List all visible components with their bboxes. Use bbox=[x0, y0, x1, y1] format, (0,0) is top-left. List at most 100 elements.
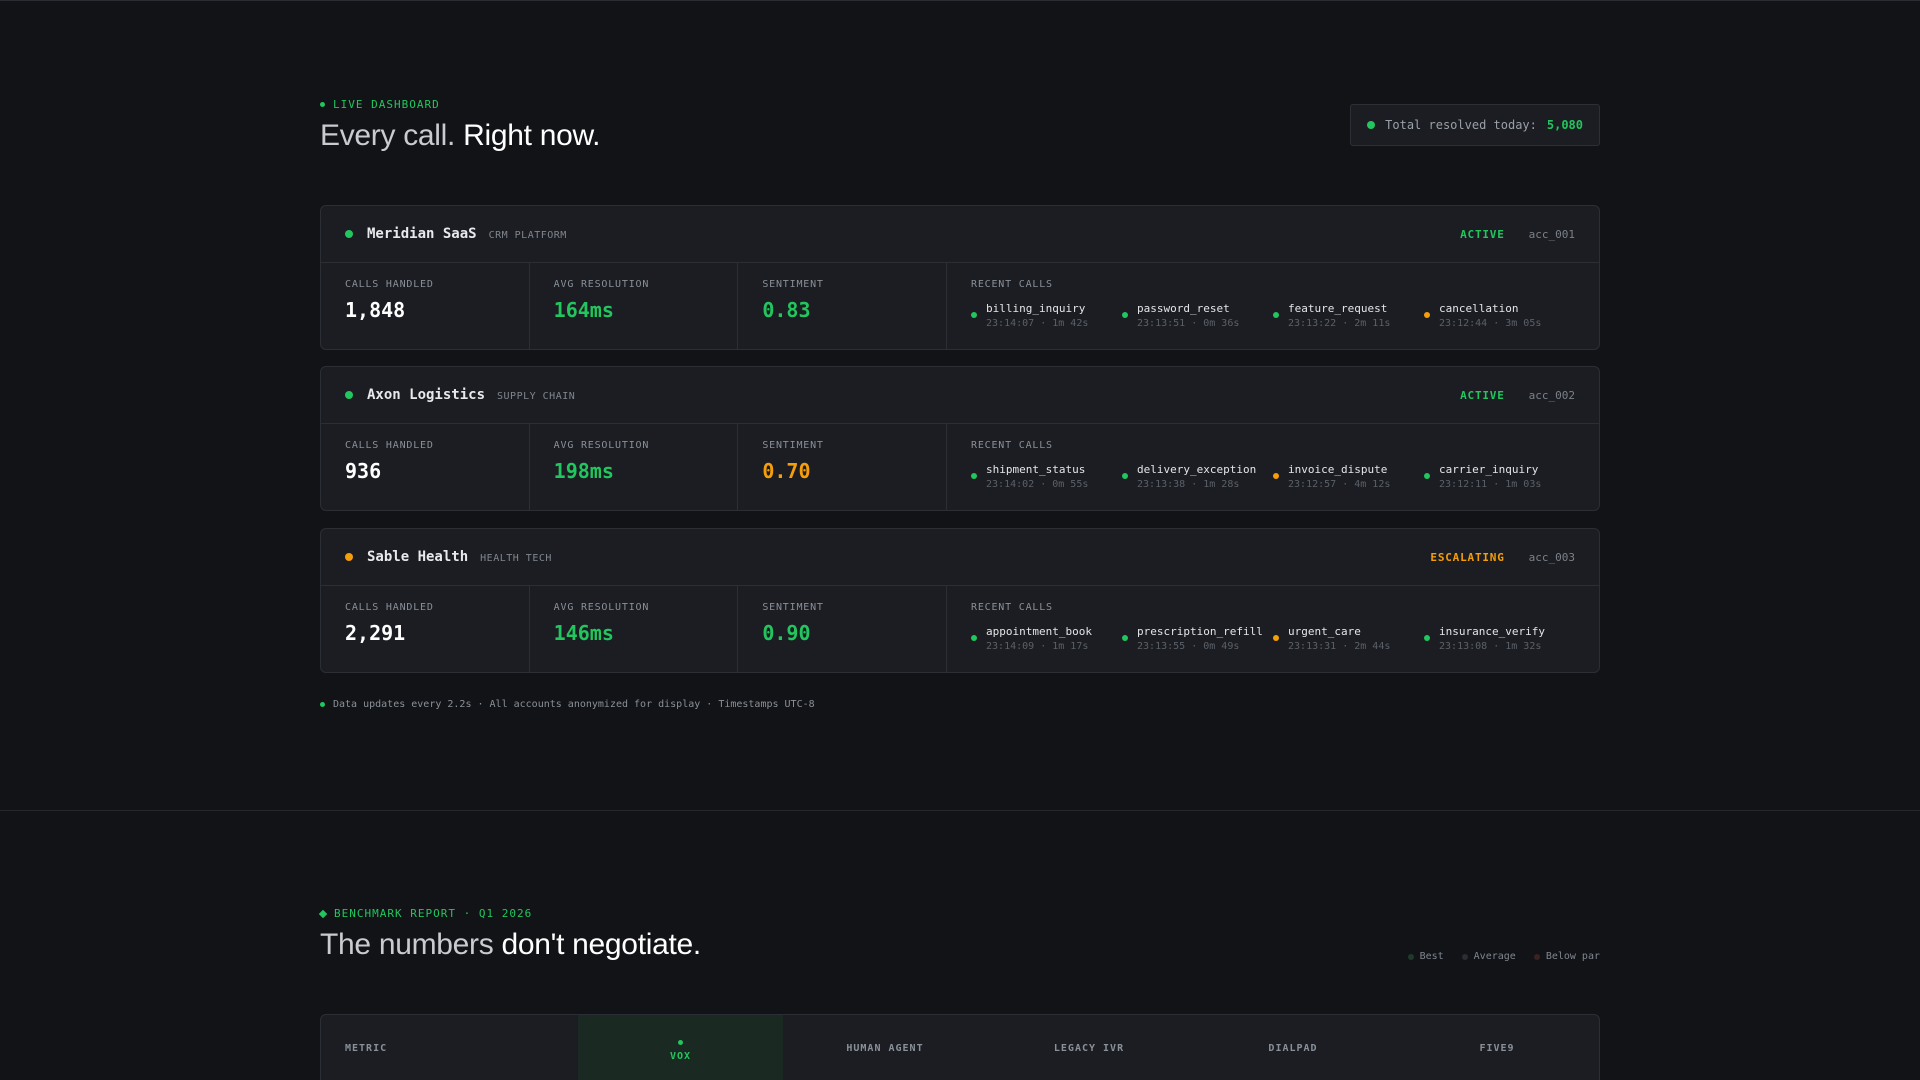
recent-call-meta: 23:14:09 · 1m 17s bbox=[986, 641, 1089, 652]
recent-call-name: prescription_refill bbox=[1137, 625, 1263, 638]
account-status: ACTIVE bbox=[1460, 228, 1505, 241]
call-status-dot-icon bbox=[1424, 635, 1431, 641]
account-card[interactable]: Axon Logistics SUPPLY CHAIN ACTIVE acc_0… bbox=[320, 366, 1600, 511]
col-header-five9: FIVE9 bbox=[1479, 1042, 1515, 1054]
footnote-text: Data updates every 2.2s · All accounts a… bbox=[333, 699, 815, 710]
recent-call-meta: 23:13:55 · 0m 49s bbox=[1137, 641, 1240, 652]
metric-label: CALLS HANDLED bbox=[345, 440, 434, 451]
call-status-dot-icon bbox=[1273, 312, 1280, 318]
recent-call-item[interactable]: invoice_dispute 23:12:57 · 4m 12s bbox=[1273, 463, 1424, 490]
recent-call-name: invoice_dispute bbox=[1288, 463, 1388, 476]
account-status-dot-icon bbox=[345, 230, 353, 238]
calls-handled-value: 1,848 bbox=[345, 298, 406, 322]
sentiment-value: 0.83 bbox=[762, 298, 811, 322]
recent-call-meta: 23:14:02 · 0m 55s bbox=[986, 479, 1089, 490]
legend-swatch-icon bbox=[1407, 953, 1414, 960]
recent-call-item[interactable]: carrier_inquiry 23:12:11 · 1m 03s bbox=[1424, 463, 1575, 490]
benchmark-header: BENCHMARK REPORT · Q1 2026 The numbers d… bbox=[318, 907, 1600, 987]
legend-item: Below par bbox=[1533, 951, 1600, 962]
account-type: HEALTH TECH bbox=[480, 552, 552, 564]
recent-call-item[interactable]: delivery_exception 23:13:38 · 1m 28s bbox=[1122, 463, 1273, 490]
recent-call-item[interactable]: prescription_refill 23:13:55 · 0m 49s bbox=[1122, 625, 1273, 652]
avg-resolution-value: 146ms bbox=[553, 621, 614, 645]
recent-call-item[interactable]: billing_inquiry 23:14:07 · 1m 42s bbox=[971, 302, 1122, 329]
col-header-dialpad: DIALPAD bbox=[1268, 1042, 1318, 1054]
recent-calls-list: shipment_status 23:14:02 · 0m 55s delive… bbox=[971, 463, 1575, 490]
account-meta: ACTIVE acc_002 bbox=[1460, 367, 1575, 424]
account-type: SUPPLY CHAIN bbox=[497, 390, 576, 402]
metric-label: SENTIMENT bbox=[762, 602, 824, 613]
recent-call-item[interactable]: shipment_status 23:14:02 · 0m 55s bbox=[971, 463, 1122, 490]
recent-call-item[interactable]: cancellation 23:12:44 · 3m 05s bbox=[1424, 302, 1575, 329]
recent-call-item[interactable]: insurance_verify 23:13:08 · 1m 32s bbox=[1424, 625, 1575, 652]
recent-calls-list: appointment_book 23:14:09 · 1m 17s presc… bbox=[971, 625, 1575, 652]
call-status-dot-icon bbox=[971, 635, 978, 641]
legend-label: Below par bbox=[1545, 951, 1600, 962]
accounts-list: Meridian SaaS CRM PLATFORM ACTIVE acc_00… bbox=[320, 205, 1600, 675]
metric-label: SENTIMENT bbox=[762, 279, 824, 290]
avg-resolution-value: 164ms bbox=[553, 298, 614, 322]
recent-call-item[interactable]: urgent_care 23:13:31 · 2m 44s bbox=[1273, 625, 1424, 652]
account-card[interactable]: Sable Health HEALTH TECH ESCALATING acc_… bbox=[320, 528, 1600, 673]
col-header-legacy-ivr: LEGACY IVR bbox=[1053, 1042, 1125, 1054]
account-metrics: CALLS HANDLED 1,848 AVG RESOLUTION 164ms… bbox=[321, 263, 1599, 349]
metric-sentiment: SENTIMENT 0.70 bbox=[738, 424, 948, 510]
live-headline-bright: Right now. bbox=[463, 119, 601, 152]
recent-calls-label: RECENT CALLS bbox=[971, 602, 1053, 613]
metric-label: AVG RESOLUTION bbox=[553, 602, 650, 613]
footnote-dot-icon bbox=[320, 702, 325, 707]
benchmark-legend: Best Average Below par bbox=[1407, 951, 1600, 962]
call-status-dot-icon bbox=[1273, 635, 1280, 641]
account-status-dot-icon bbox=[345, 553, 353, 561]
metric-calls-handled: CALLS HANDLED 936 bbox=[321, 424, 530, 510]
account-metrics: CALLS HANDLED 2,291 AVG RESOLUTION 146ms… bbox=[321, 586, 1599, 672]
recent-call-meta: 23:12:57 · 4m 12s bbox=[1288, 479, 1391, 490]
account-header: Meridian SaaS CRM PLATFORM ACTIVE acc_00… bbox=[321, 206, 1599, 263]
metric-avg-resolution: AVG RESOLUTION 198ms bbox=[530, 424, 739, 510]
recent-call-meta: 23:13:38 · 1m 28s bbox=[1137, 479, 1240, 490]
recent-call-name: delivery_exception bbox=[1137, 463, 1257, 476]
avg-resolution-value: 198ms bbox=[553, 459, 614, 483]
live-dot-icon bbox=[320, 102, 325, 107]
bench-eyebrow-text: BENCHMARK REPORT · Q1 2026 bbox=[334, 907, 533, 920]
total-resolved-value: 5,080 bbox=[1546, 118, 1583, 132]
metric-sentiment: SENTIMENT 0.83 bbox=[738, 263, 948, 349]
metric-avg-resolution: AVG RESOLUTION 146ms bbox=[530, 586, 739, 672]
recent-calls: RECENT CALLS appointment_book 23:14:09 ·… bbox=[947, 586, 1599, 672]
account-id: acc_003 bbox=[1528, 551, 1575, 564]
live-pulse-icon bbox=[1367, 121, 1376, 129]
account-status: ACTIVE bbox=[1460, 389, 1505, 402]
legend-label: Average bbox=[1473, 951, 1516, 962]
call-status-dot-icon bbox=[971, 473, 978, 479]
call-status-dot-icon bbox=[1424, 312, 1431, 318]
recent-call-meta: 23:13:22 · 2m 11s bbox=[1288, 318, 1391, 329]
legend-swatch-icon bbox=[1533, 953, 1540, 960]
account-header: Sable Health HEALTH TECH ESCALATING acc_… bbox=[321, 529, 1599, 586]
recent-call-name: carrier_inquiry bbox=[1439, 463, 1539, 476]
live-header: LIVE DASHBOARD Every call. Right now. To… bbox=[320, 98, 1600, 158]
section-divider bbox=[0, 810, 1920, 811]
recent-call-item[interactable]: appointment_book 23:14:09 · 1m 17s bbox=[971, 625, 1122, 652]
account-name: Sable Health bbox=[367, 549, 469, 565]
legend-label: Best bbox=[1419, 951, 1444, 962]
recent-call-name: urgent_care bbox=[1288, 625, 1361, 638]
metric-label: AVG RESOLUTION bbox=[553, 440, 650, 451]
sentiment-value: 0.70 bbox=[762, 459, 811, 483]
recent-calls-label: RECENT CALLS bbox=[971, 440, 1053, 451]
call-status-dot-icon bbox=[1122, 473, 1129, 479]
recent-call-item[interactable]: feature_request 23:13:22 · 2m 11s bbox=[1273, 302, 1424, 329]
calls-handled-value: 936 bbox=[345, 459, 382, 483]
diamond-icon bbox=[318, 909, 328, 918]
total-resolved-badge: Total resolved today: 5,080 bbox=[1350, 104, 1600, 146]
recent-call-name: billing_inquiry bbox=[986, 302, 1086, 315]
call-status-dot-icon bbox=[1273, 473, 1280, 479]
recent-calls-label: RECENT CALLS bbox=[971, 279, 1053, 290]
recent-call-meta: 23:12:11 · 1m 03s bbox=[1439, 479, 1542, 490]
top-divider bbox=[0, 0, 1920, 1]
col-header-vox-label: VOX bbox=[669, 1051, 692, 1062]
live-eyebrow-text: LIVE DASHBOARD bbox=[333, 98, 440, 111]
recent-call-item[interactable]: password_reset 23:13:51 · 0m 36s bbox=[1122, 302, 1273, 329]
sentiment-value: 0.90 bbox=[762, 621, 811, 645]
account-meta: ESCALATING acc_003 bbox=[1430, 529, 1575, 586]
account-card[interactable]: Meridian SaaS CRM PLATFORM ACTIVE acc_00… bbox=[320, 205, 1600, 350]
